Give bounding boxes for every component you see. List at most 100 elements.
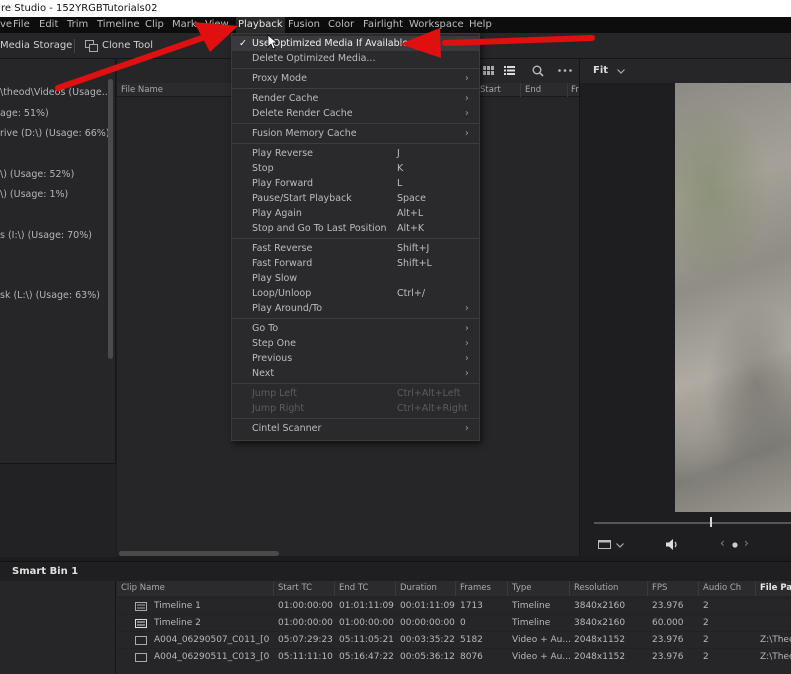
menu-timeline[interactable]: Timeline <box>97 17 140 33</box>
viewer-scrubber[interactable] <box>594 522 791 524</box>
list-view-icon[interactable] <box>504 66 515 75</box>
menu-item-fast-forward[interactable]: Fast Forward Shift+L <box>232 256 479 271</box>
more-options-icon[interactable] <box>558 69 572 72</box>
table-row[interactable]: A004_06290511_C013_[0... 05:11:11:10 05:… <box>117 648 791 665</box>
col-frames[interactable]: Frames <box>460 581 491 596</box>
menu-item-play-slow[interactable]: Play Slow <box>232 271 479 286</box>
cell: 01:01:11:09 <box>339 601 394 611</box>
menu-item-play-reverse[interactable]: Play Reverse J <box>232 146 479 161</box>
menu-item-stop-and-go-to-last[interactable]: Stop and Go To Last Position Alt+K <box>232 221 479 236</box>
file-browser-scrollbar[interactable] <box>119 551 279 556</box>
menu-item-use-optimized-media[interactable]: ✓ Use Optimized Media If Available <box>232 36 479 51</box>
menu-item-label: Play Reverse <box>252 148 314 159</box>
col-type[interactable]: Type <box>512 581 532 596</box>
viewer-mode-icon[interactable] <box>598 540 611 549</box>
menu-item-jump-left: Jump Left Ctrl+Alt+Left <box>232 386 479 401</box>
menu-playback[interactable]: Playback <box>236 17 285 33</box>
table-row[interactable]: Timeline 2 01:00:00:00 01:00:00:00 00:00… <box>117 614 791 631</box>
table-row[interactable]: A004_06290507_C011_[0... 05:07:29:23 05:… <box>117 631 791 648</box>
volume-icon[interactable] <box>666 539 679 550</box>
menu-item-cintel-scanner[interactable]: Cintel Scanner › <box>232 421 479 436</box>
menu-fusion[interactable]: Fusion <box>288 17 320 33</box>
menu-item-delete-render-cache[interactable]: Delete Render Cache › <box>232 106 479 121</box>
search-icon[interactable] <box>532 65 544 77</box>
menu-clip[interactable]: Clip <box>145 17 164 33</box>
menu-item-fast-reverse[interactable]: Fast Reverse Shift+J <box>232 241 479 256</box>
menu-item-delete-optimized-media[interactable]: Delete Optimized Media... <box>232 51 479 66</box>
chevron-down-icon[interactable] <box>616 543 624 548</box>
menu-item-fusion-memory-cache[interactable]: Fusion Memory Cache › <box>232 126 479 141</box>
col-end-tc[interactable]: End TC <box>339 581 368 596</box>
col-divider <box>273 581 274 596</box>
chevron-right-icon: › <box>465 108 469 119</box>
col-end[interactable]: End <box>525 83 541 97</box>
cell: A004_06290511_C013_[0... <box>154 652 269 662</box>
menu-ve[interactable]: ve <box>0 17 12 33</box>
menu-workspace[interactable]: Workspace <box>409 17 464 33</box>
menu-item-proxy-mode[interactable]: Proxy Mode › <box>232 71 479 86</box>
menu-item-label: Use Optimized Media If Available <box>252 38 409 49</box>
cell: 3840x2160 <box>574 601 626 611</box>
shortcut: K <box>397 163 404 174</box>
menu-file[interactable]: File <box>13 17 30 33</box>
smart-bin-title[interactable]: Smart Bin 1 <box>12 562 78 582</box>
menu-trim[interactable]: Trim <box>67 17 88 33</box>
col-start-tc[interactable]: Start TC <box>278 581 312 596</box>
menu-view[interactable]: View <box>205 17 229 33</box>
col-divider <box>520 83 521 97</box>
menu-item-pause-start-playback[interactable]: Pause/Start Playback Space <box>232 191 479 206</box>
menu-edit[interactable]: Edit <box>39 17 58 33</box>
menu-item-play-again[interactable]: Play Again Alt+L <box>232 206 479 221</box>
prev-icon[interactable]: ‹ <box>720 536 725 550</box>
menu-item-step-one[interactable]: Step One › <box>232 336 479 351</box>
table-row[interactable]: Timeline 1 01:00:00:00 01:01:11:09 00:01… <box>117 597 791 614</box>
menu-item-play-around-to[interactable]: Play Around/To › <box>232 301 479 316</box>
playhead[interactable] <box>710 517 712 527</box>
menu-item-go-to[interactable]: Go To › <box>232 321 479 336</box>
menu-item-label: Proxy Mode <box>252 73 307 84</box>
clone-tool-icon[interactable] <box>85 40 98 52</box>
menu-color[interactable]: Color <box>328 17 354 33</box>
bin-bar: Smart Bin 1 <box>0 561 791 581</box>
volume-item[interactable]: sk (L:\) (Usage: 63%) <box>0 290 100 301</box>
col-file-name[interactable]: File Name <box>121 83 163 97</box>
col-file-path[interactable]: File Path <box>760 581 791 596</box>
volume-item[interactable]: s (I:\) (Usage: 70%) <box>0 230 92 241</box>
thumbnail-view-icon[interactable] <box>483 66 494 75</box>
menu-fairlight[interactable]: Fairlight <box>363 17 403 33</box>
clone-tool-button[interactable]: Clone Tool <box>102 33 153 59</box>
menu-item-label: Render Cache <box>252 93 319 104</box>
menu-item-next[interactable]: Next › <box>232 366 479 381</box>
menu-mark[interactable]: Mark <box>172 17 197 33</box>
volumes-scrollbar[interactable] <box>108 79 113 359</box>
volume-item[interactable]: \) (Usage: 52%) <box>0 169 74 180</box>
menu-item-play-forward[interactable]: Play Forward L <box>232 176 479 191</box>
window-title: re Studio - 152YRGBTutorials02 <box>0 0 791 17</box>
cell: 05:16:47:22 <box>339 652 394 662</box>
col-resolution[interactable]: Resolution <box>574 581 618 596</box>
menu-help[interactable]: Help <box>469 17 492 33</box>
volume-item[interactable]: \theod\Videos (Usage... <box>0 87 111 98</box>
dot-icon[interactable] <box>732 542 738 548</box>
menu-item-loop-unloop[interactable]: Loop/Unloop Ctrl+/ <box>232 286 479 301</box>
cell: Z:\Thec <box>760 635 791 645</box>
menu-item-stop[interactable]: Stop K <box>232 161 479 176</box>
col-start[interactable]: Start <box>480 83 501 97</box>
cell: 0 <box>460 618 466 628</box>
media-storage-tab[interactable]: Media Storage <box>0 33 72 59</box>
chevron-down-icon[interactable] <box>617 69 625 74</box>
col-clip-name[interactable]: Clip Name <box>121 581 165 596</box>
col-divider <box>395 581 396 596</box>
menu-item-render-cache[interactable]: Render Cache › <box>232 91 479 106</box>
volume-item[interactable]: rive (D:\) (Usage: 66%) <box>0 128 110 139</box>
next-icon[interactable]: › <box>744 536 749 550</box>
col-audio-ch[interactable]: Audio Ch <box>703 581 741 596</box>
chevron-right-icon: › <box>465 423 469 434</box>
volume-item[interactable]: \) (Usage: 1%) <box>0 189 68 200</box>
menu-item-previous[interactable]: Previous › <box>232 351 479 366</box>
col-fps[interactable]: FPS <box>652 581 667 596</box>
col-frames[interactable]: Fr <box>571 83 579 97</box>
volume-item[interactable]: age: 51%) <box>0 108 49 119</box>
zoom-select[interactable]: Fit <box>593 59 608 83</box>
col-duration[interactable]: Duration <box>400 581 437 596</box>
